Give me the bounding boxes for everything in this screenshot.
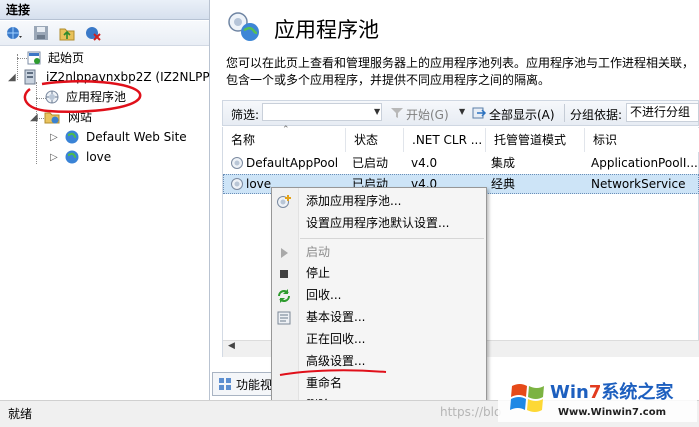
globe-icon [64,149,80,165]
play-icon [276,245,292,261]
svg-text:Win7系统之家: Win7系统之家 [550,381,674,403]
page-title: 应用程序池 [274,18,379,42]
group-by-select[interactable]: 不进行分组 [626,103,699,122]
sort-arrow-icon: ⌃ [282,125,290,135]
menu-item-stop[interactable]: 停止 [306,262,330,284]
connect-globe-icon[interactable] [5,24,23,42]
app-pools-header-icon [226,8,262,44]
collapse-chevron-icon[interactable]: ◢ [8,73,17,83]
cell-identity: ApplicationPoolI... [591,156,698,170]
up-folder-icon[interactable] [58,24,76,42]
annotation-underline [279,369,387,376]
page-description: 您可以在此页上查看和管理服务器上的应用程序池列表。应用程序池与工作进程相关联，包… [226,56,695,87]
start-page-icon [26,50,42,66]
menu-separator [300,238,484,239]
column-header-clr[interactable]: .NET CLR ... [404,128,486,152]
expand-chevron-icon[interactable]: ▷ [50,133,59,143]
cell-pipeline: 经典 [491,177,516,191]
tree-item-start-page[interactable]: 起始页 [26,49,146,67]
column-header-status[interactable]: 状态 [346,128,404,152]
cell-pipeline: 集成 [491,156,516,170]
save-icon[interactable] [32,24,50,42]
menu-item-basic-settings[interactable]: 基本设置... [306,306,365,328]
features-view-tab-label: 功能视 [236,378,273,392]
menu-item-set-defaults[interactable]: 设置应用程序池默认设置... [306,212,449,234]
context-menu-gutter [272,188,299,427]
settings-icon [276,310,292,326]
connections-toolbar [0,21,209,46]
cell-name: DefaultAppPool [246,156,339,170]
recycle-icon [276,288,292,304]
cell-status: 已启动 [352,156,389,170]
menu-item-add-pool[interactable]: 添加应用程序池... [306,190,401,212]
cell-identity: NetworkService [591,177,686,191]
stop-icon [276,266,292,282]
globe-icon [64,129,80,145]
win7-logo: Win7系统之家 Www.Winwin7.com [498,372,697,422]
start-filter-button[interactable]: 开始(G) [406,106,449,123]
url-watermark: https://blo [440,405,502,419]
start-dropdown-icon[interactable]: ▼ [459,107,465,116]
disconnect-icon[interactable] [84,24,102,42]
expand-chevron-icon[interactable]: ▷ [50,153,59,163]
filter-label: 筛选: [231,108,260,122]
connections-header: 连接 [0,0,209,20]
menu-item-recycling[interactable]: 正在回收... [306,328,365,350]
win7-logo-graphic: Win7系统之家 Www.Winwin7.com [498,372,697,422]
features-view-icon [218,377,232,391]
scroll-left-arrow-icon[interactable]: ◀ [228,341,235,351]
column-header-pipeline[interactable]: 托管管道模式 [486,128,585,152]
group-by-label: 分组依据: [570,108,623,122]
status-text: 就绪 [8,407,33,421]
app-pool-icon [230,177,244,191]
annotation-ellipse [23,80,142,113]
toolbar-separator [564,104,565,122]
collapse-chevron-icon[interactable]: ◢ [30,113,39,123]
add-pool-icon [276,194,292,210]
filter-dropdown-icon[interactable]: ▼ [374,107,380,116]
svg-text:Www.Winwin7.com: Www.Winwin7.com [558,407,666,418]
filter-input[interactable] [262,103,382,121]
cell-clr: v4.0 [411,156,438,170]
menu-item-recycle[interactable]: 回收... [306,284,341,306]
tree-item-default-web-site[interactable]: ▷ Default Web Site [50,128,200,146]
menu-item-start[interactable]: 启动 [306,241,330,263]
funnel-icon [390,106,404,120]
cell-name: love [246,177,272,191]
show-all-icon [471,105,487,121]
app-pool-icon [230,156,244,170]
column-header-identity[interactable]: 标识 [585,128,699,152]
show-all-button[interactable]: 全部显示(A) [489,106,555,123]
tree-item-love-site[interactable]: ▷ love [50,148,150,166]
